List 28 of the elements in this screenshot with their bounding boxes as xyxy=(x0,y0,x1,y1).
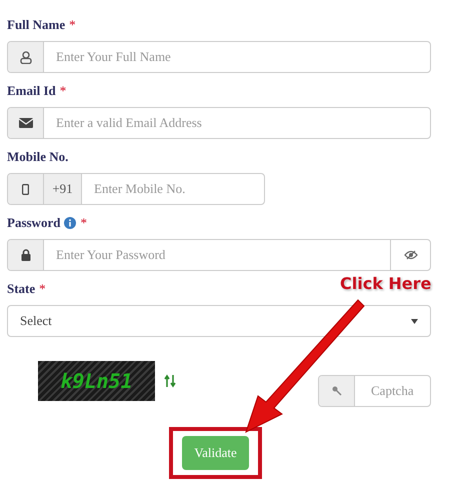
field-label: Password xyxy=(7,214,60,232)
input-field[interactable]: Enter Your Password xyxy=(7,239,431,271)
country-code: +91 xyxy=(44,174,82,204)
input-field[interactable]: Enter Your Full Name xyxy=(7,41,431,73)
key-icon xyxy=(332,386,342,396)
captcha-field[interactable]: Captcha xyxy=(318,375,431,407)
dropdown-arrow-icon xyxy=(411,318,418,324)
input-field[interactable]: +91 Enter Mobile No. xyxy=(7,173,265,205)
validate-button[interactable]: Validate xyxy=(182,436,249,470)
required-mark: * xyxy=(60,82,66,100)
info-icon[interactable] xyxy=(64,217,76,229)
required-mark: * xyxy=(39,280,46,298)
phone-icon xyxy=(22,184,29,194)
eye-slash-icon xyxy=(404,250,418,260)
envelope-icon xyxy=(18,118,32,128)
field-label: Mobile No. xyxy=(7,148,68,166)
lock-icon xyxy=(20,249,30,261)
required-mark: * xyxy=(69,16,76,34)
refresh-icon[interactable] xyxy=(164,374,176,388)
callout-text: Click Here xyxy=(340,273,432,295)
field-label: Email Id xyxy=(7,82,56,100)
required-mark: * xyxy=(80,214,87,232)
field-label: Full Name xyxy=(7,16,66,34)
captcha-image: k9Ln51 xyxy=(38,361,155,401)
user-icon xyxy=(20,50,32,64)
field-label: State xyxy=(7,280,36,298)
state-select[interactable]: Select xyxy=(7,305,431,337)
input-field[interactable]: Enter a valid Email Address xyxy=(7,107,431,139)
